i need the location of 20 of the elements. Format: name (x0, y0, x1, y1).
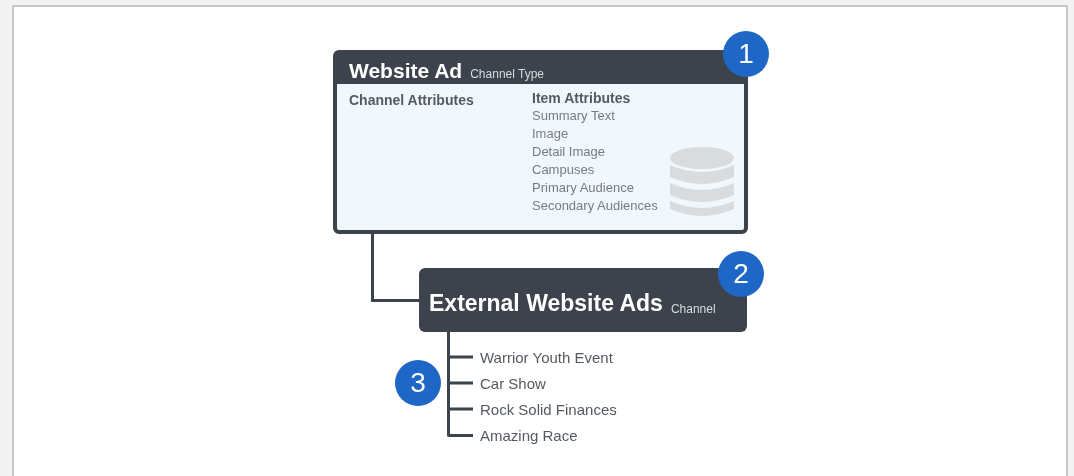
column-heading: Item Attributes (532, 90, 632, 107)
number-badge: 2 (718, 251, 764, 297)
channel-item: Rock Solid Finances (480, 400, 617, 420)
card-subtitle: Channel Type (470, 68, 545, 81)
channel-item: Amazing Race (480, 426, 579, 446)
attribute-item: Image (532, 125, 570, 143)
attribute-item: Detail Image (532, 143, 606, 161)
number-badge: 3 (395, 360, 441, 406)
attribute-item: Primary Audience (532, 179, 635, 197)
channel-item: Warrior Youth Event (480, 348, 614, 368)
card-title: Website Ad (349, 60, 463, 81)
column-heading: Channel Attributes (349, 91, 475, 110)
channel-item: Car Show (480, 374, 547, 394)
database-icon (670, 147, 734, 219)
attribute-item: Campuses (532, 161, 596, 179)
attribute-item: Secondary Audiences (532, 197, 658, 215)
number-badge: 1 (723, 31, 769, 77)
card-subtitle: Channel (670, 303, 716, 315)
card-title: External Website Ads (429, 292, 663, 315)
attribute-item: Summary Text (532, 107, 616, 125)
